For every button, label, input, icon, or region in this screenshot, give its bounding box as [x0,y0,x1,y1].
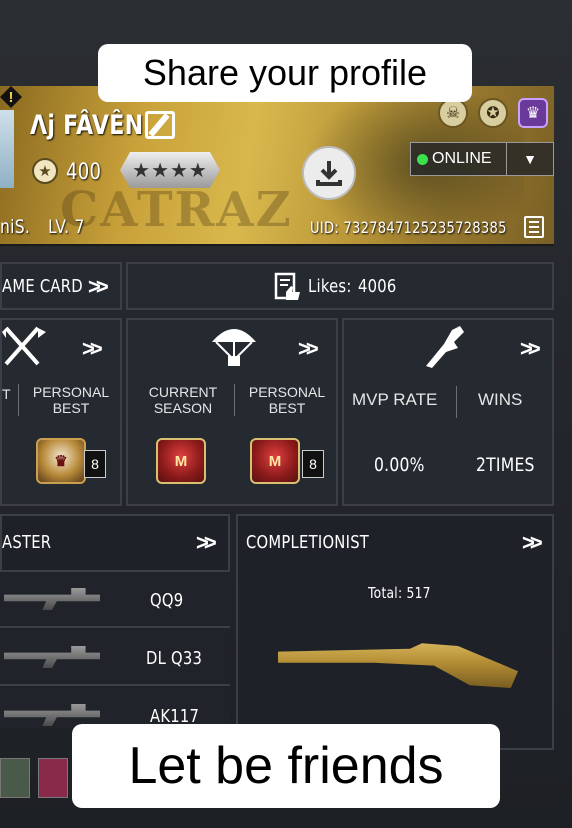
stat-label: T [2,386,11,402]
trophy-hand-icon [426,326,464,368]
avatar[interactable] [0,110,14,188]
double-chevron-icon: >> [88,274,109,299]
banner-text: CATRAZ [60,182,293,238]
edit-icon[interactable] [145,111,175,139]
download-button[interactable] [302,146,356,200]
wins-value: 2TIMES [476,454,535,476]
online-dot-icon [417,153,428,165]
medal-icon[interactable]: ✪ [478,98,508,128]
share-profile-caption: Share your profile [98,44,472,102]
weapon-image [4,646,100,668]
personal-best-label: PERSONAL BEST [248,384,326,416]
ranked-panel-3[interactable]: >> MVP RATE WINS 0.00% 2TIMES [342,318,554,506]
ranked-panel-1[interactable]: >> T PERSONAL BEST ♛ 8 [0,318,122,506]
rank-emblem-icon: ♛ [36,438,86,484]
download-icon [316,161,342,186]
weapon-row[interactable]: QQ9 [0,572,230,628]
double-chevron-icon: >> [520,336,541,361]
parachute-icon [212,329,256,366]
friends-caption: Let be friends [72,724,500,808]
tier-badge: 8 [84,450,106,478]
mvp-rate-value: 0.00% [374,454,425,476]
thumbnail[interactable] [38,758,68,798]
personal-best-label: PERSONAL BEST [32,384,110,416]
double-chevron-icon: >> [82,336,103,361]
like-icon [274,272,300,300]
game-card-button[interactable]: AME CARD >> [0,262,122,310]
copy-icon[interactable] [524,216,544,238]
uid-text: UID: 7327847125235728385 [310,218,507,237]
weapon-master-title: ASTER [2,532,52,553]
weapon-name: QQ9 [150,590,184,611]
rank-badge[interactable]: ★★★★ [120,152,220,188]
divider [456,386,457,418]
likes-panel[interactable]: Likes: 4006 [126,262,554,310]
completionist-total: Total: 517 [368,584,431,602]
player-level: LV. 7 [48,216,85,238]
completionist-panel[interactable]: COMPLETIONIST >> Total: 517 [236,514,554,750]
ranked-panel-2[interactable]: >> CURRENT SEASON PERSONAL BEST M M 8 [126,318,338,506]
rank-emblem-icon: M [156,438,206,484]
divider [234,384,235,416]
status-dropdown[interactable]: ONLINE ▼ [410,142,554,176]
weapon-row[interactable]: DL Q33 [0,630,230,686]
weapon-master-header[interactable]: ASTER >> [0,514,230,572]
double-chevron-icon: >> [522,530,543,555]
thumbnail[interactable] [0,758,30,798]
tier-badge: 8 [302,450,324,478]
medal-icon[interactable]: ☠ [438,98,468,128]
double-chevron-icon: >> [298,336,319,361]
status-display: ONLINE [411,143,507,175]
weapon-image [4,704,100,726]
current-season-label: CURRENT SEASON [148,384,218,416]
wins-label: WINS [478,390,523,409]
divider [18,384,19,416]
chevron-down-icon[interactable]: ▼ [507,143,553,175]
weapon-name: DL Q33 [146,648,203,669]
crossed-flags-icon [2,326,46,366]
star-icon: ★ [32,158,58,184]
double-chevron-icon: >> [196,530,217,555]
medal-icon[interactable]: ♛ [518,98,548,128]
status-text: ONLINE [432,150,492,167]
mvp-rate-label: MVP RATE [352,390,438,409]
player-points: 400 [66,160,102,185]
weapon-image [4,588,100,610]
player-tag: niS. [0,216,31,238]
likes-value: 4006 [358,276,397,297]
weapon-row[interactable]: AK117 [0,688,230,728]
likes-label: Likes: [308,276,352,297]
game-card-label: AME CARD [2,276,83,297]
rank-emblem-icon: M [250,438,300,484]
completionist-title: COMPLETIONIST [246,532,370,553]
